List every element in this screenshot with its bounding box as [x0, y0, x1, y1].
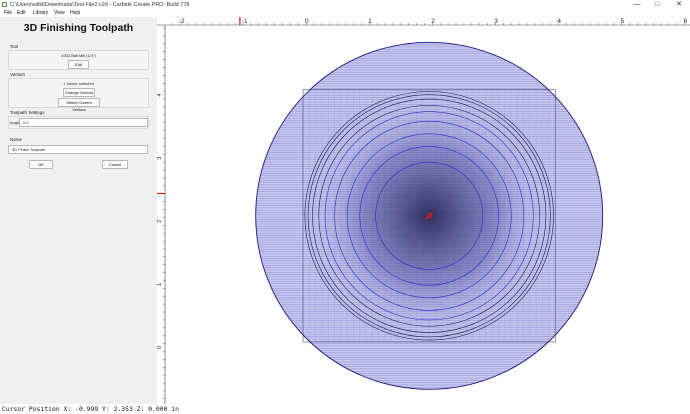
y-ruler-label: 2 [157, 220, 163, 223]
menu-edit[interactable]: Edit [17, 10, 26, 17]
name-section-label: Name [10, 137, 23, 142]
y-ruler-label: 1 [157, 283, 163, 286]
menu-library[interactable]: Library [33, 10, 48, 17]
settings-section-label: Toolpath Settings [10, 110, 45, 115]
window-title: C:\Users\willd\Downloads\Test File2.c2d … [10, 2, 190, 8]
toolpath-name-input[interactable]: 3D Finish Toolpath [8, 145, 148, 154]
cancel-button[interactable]: Cancel [102, 160, 128, 169]
menu-file[interactable]: File [4, 10, 12, 17]
status-bar: Cursor Position X: -0.999 Y: 2.353 Z: 0.… [0, 404, 690, 414]
app-icon [2, 2, 7, 7]
edit-tool-button[interactable]: Edit [68, 60, 89, 69]
angle-input[interactable]: 0.0 [19, 118, 148, 127]
x-ruler-label: 2 [431, 18, 435, 25]
x-ruler-label: 4 [557, 18, 561, 25]
toolpath-panel: 3D Finishing Toolpath Tool #202 Ball Mil… [0, 17, 158, 404]
select-current-vectors-button[interactable]: Select Current Vectors [58, 98, 100, 112]
x-ruler-label: 0 [305, 18, 309, 25]
minimize-button[interactable]: — [630, 0, 644, 9]
vectors-section: 1 Vector selected Change Vectors Select … [8, 78, 149, 112]
x-ruler-label: 5 [621, 18, 625, 25]
y-ruler-label: 0 [157, 346, 163, 349]
tool-section-label: Tool [10, 44, 19, 49]
menu-view[interactable]: View [54, 10, 65, 17]
top-ruler-bg [157, 17, 690, 25]
menu-help[interactable]: Help [70, 10, 80, 17]
tool-section: #202 Ball Mill (1/4") Edit [8, 50, 149, 70]
maximize-button[interactable]: □ [650, 0, 664, 9]
vectors-section-label: Vectors [10, 72, 26, 77]
x-ruler-label: 6 [684, 18, 688, 25]
ok-button[interactable]: OK [29, 160, 53, 169]
x-ruler-label: 1 [368, 18, 372, 25]
vectors-selected-text: 1 Vector selected [63, 81, 94, 86]
tool-name: #202 Ball Mill (1/4") [61, 53, 96, 58]
panel-title: 3D Finishing Toolpath [23, 22, 134, 34]
x-ruler-label: -2 [179, 18, 185, 25]
x-ruler-label: -1 [242, 18, 248, 25]
drawing-layer [255, 41, 604, 390]
x-ruler-label: 3 [494, 18, 498, 25]
settings-section: Angle 0.0 [8, 116, 149, 129]
y-ruler-label: 4 [157, 94, 163, 97]
menu-bar: File Edit Library View Help [0, 10, 690, 17]
design-canvas[interactable]: -2 -1 0 1 2 3 4 5 6 4 3 2 1 0 [157, 17, 690, 404]
title-bar: C:\Users\willd\Downloads\Test File2.c2d … [0, 0, 690, 10]
change-vectors-button[interactable]: Change Vectors [63, 88, 95, 97]
y-ruler-label: 3 [157, 157, 163, 160]
close-button[interactable]: ✕ [672, 0, 686, 9]
